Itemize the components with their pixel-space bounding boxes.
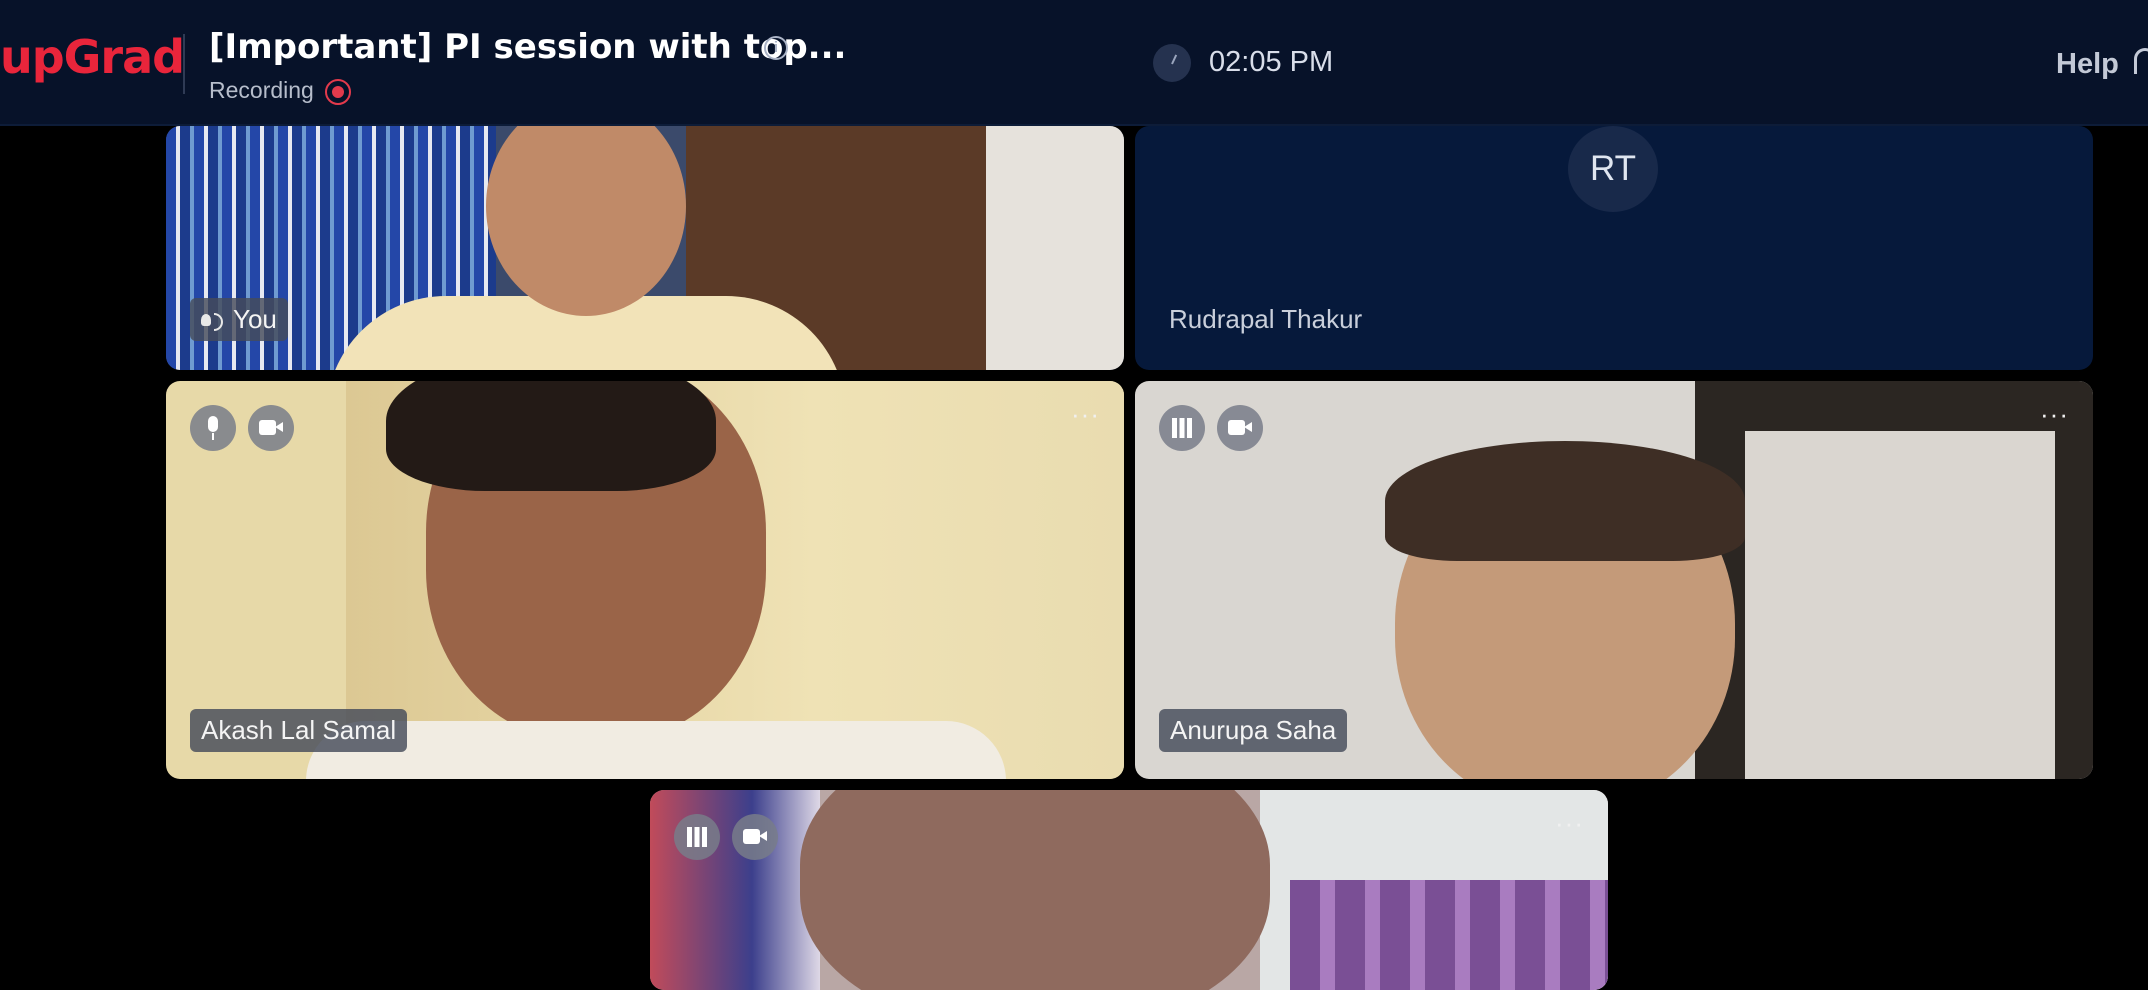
participant-name-tag: Akash Lal Samal xyxy=(190,709,408,752)
participant-name-tag: You xyxy=(190,298,288,341)
participant-name: Anurupa Saha xyxy=(1170,715,1337,745)
camera-icon[interactable] xyxy=(248,405,294,451)
video-tile-participant[interactable]: ··· xyxy=(650,790,1608,990)
participant-face xyxy=(486,126,686,316)
audio-level-icon[interactable] xyxy=(1159,405,1205,451)
more-options-icon[interactable]: ··· xyxy=(1071,401,1100,427)
video-tile-self[interactable]: You xyxy=(166,126,1124,370)
video-background xyxy=(1745,431,2055,779)
participant-face xyxy=(800,790,1270,990)
video-tile-participant[interactable]: ··· Akash Lal Samal xyxy=(166,381,1124,779)
audio-level-icon[interactable] xyxy=(674,814,720,860)
meeting-header: upGrad [Important] PI session with top..… xyxy=(0,0,2148,126)
video-background xyxy=(650,790,820,990)
more-options-icon[interactable]: ··· xyxy=(2040,401,2069,427)
video-tile-participant[interactable]: RT Rudrapal Thakur xyxy=(1135,126,2093,370)
video-background xyxy=(986,126,1124,370)
header-divider xyxy=(183,34,185,94)
meeting-title: [Important] PI session with top... xyxy=(209,27,847,67)
headset-icon[interactable] xyxy=(2134,48,2148,74)
clock-icon xyxy=(1153,44,1191,82)
upgrad-logo: upGrad xyxy=(0,30,185,84)
participant-name: You xyxy=(233,304,277,334)
video-tile-participant[interactable]: ··· Anurupa Saha xyxy=(1135,381,2093,779)
participant-hair xyxy=(386,381,716,491)
camera-icon[interactable] xyxy=(1217,405,1263,451)
mic-icon[interactable] xyxy=(190,405,236,451)
participant-hair xyxy=(1385,441,1745,561)
more-options-icon[interactable]: ··· xyxy=(1555,810,1584,836)
participant-name: Akash Lal Samal xyxy=(201,715,397,745)
video-background xyxy=(1290,880,1608,990)
camera-icon[interactable] xyxy=(732,814,778,860)
participant-name-tag: Anurupa Saha xyxy=(1159,709,1348,752)
participant-avatar: RT xyxy=(1568,126,1658,212)
help-button[interactable]: Help xyxy=(2056,48,2119,81)
participant-name: Rudrapal Thakur xyxy=(1169,304,1363,334)
recording-label: Recording xyxy=(209,77,314,103)
speaking-icon xyxy=(201,312,223,331)
participant-figure xyxy=(306,721,1006,779)
participant-name-tag: Rudrapal Thakur xyxy=(1158,298,1373,341)
meeting-time: 02:05 PM xyxy=(1209,46,1334,78)
info-icon[interactable]: i xyxy=(764,36,788,60)
recording-indicator-icon xyxy=(325,79,351,105)
